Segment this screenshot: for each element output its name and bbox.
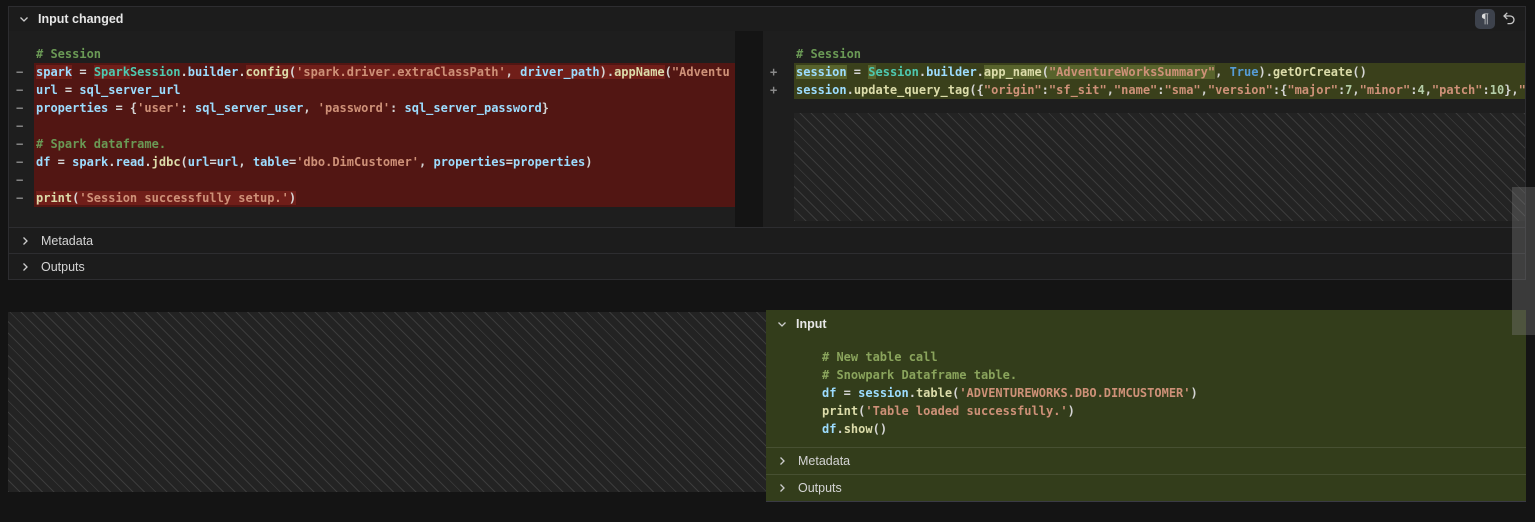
- minus-marker: −: [16, 117, 23, 135]
- modified-code-pane[interactable]: # Session+session = Session.builder.app_…: [763, 31, 1525, 227]
- input-changed-header[interactable]: Input changed ¶: [9, 7, 1525, 31]
- added-cell-code[interactable]: # New table call# Snowpark Dataframe tab…: [795, 348, 1526, 438]
- original-code-pane[interactable]: # Session−spark = SparkSession.builder.c…: [9, 31, 735, 227]
- plus-marker: +: [770, 81, 777, 99]
- cell-header-title: Input changed: [38, 12, 123, 26]
- modified-code: # Session+session = Session.builder.app_…: [763, 45, 1525, 99]
- toggle-whitespace-button[interactable]: ¶: [1475, 9, 1495, 29]
- input-header[interactable]: Input: [766, 310, 1526, 338]
- pilcrow-icon: ¶: [1481, 12, 1489, 27]
- deleted-lines-placeholder: [794, 113, 1525, 221]
- outputs-section-row[interactable]: Outputs: [9, 253, 1525, 279]
- code-line: −print('Session successfully setup.'): [9, 189, 735, 207]
- chevron-right-icon: [19, 261, 31, 273]
- diff-cell-input-changed: Input changed ¶ # Session−spark = SparkS…: [8, 6, 1526, 280]
- code-line: −df = spark.read.jdbc(url=url, table='db…: [9, 153, 735, 171]
- diff-cell-added: Input # New table call# Snowpark Datafra…: [8, 310, 1526, 502]
- minus-marker: −: [16, 99, 23, 117]
- minus-marker: −: [16, 63, 23, 81]
- diff-editors: # Session−spark = SparkSession.builder.c…: [9, 31, 1525, 227]
- code-line: +session.update_query_tag({"origin":"sf_…: [763, 81, 1525, 99]
- outputs-label: Outputs: [41, 260, 85, 274]
- code-line: −: [9, 171, 735, 189]
- code-line: df.show(): [795, 420, 1526, 438]
- empty-original-placeholder: [8, 312, 766, 492]
- minus-marker: −: [16, 153, 23, 171]
- minus-marker: −: [16, 171, 23, 189]
- notebook-diff-view: Input changed ¶ # Session−spark = SparkS…: [0, 0, 1535, 522]
- plus-marker: +: [770, 63, 777, 81]
- added-cell: Input # New table call# Snowpark Datafra…: [766, 310, 1526, 502]
- code-line: −properties = {'user': sql_server_user, …: [9, 99, 735, 117]
- vertical-scrollbar-thumb[interactable]: [1512, 187, 1535, 335]
- minus-marker: −: [16, 189, 23, 207]
- original-code: # Session−spark = SparkSession.builder.c…: [9, 45, 735, 207]
- metadata-section-row[interactable]: Metadata: [766, 447, 1526, 474]
- metadata-label: Metadata: [798, 454, 850, 468]
- chevron-down-icon[interactable]: [18, 13, 30, 25]
- minus-marker: −: [16, 135, 23, 153]
- metadata-label: Metadata: [41, 234, 93, 248]
- chevron-right-icon: [19, 235, 31, 247]
- discard-icon: [1501, 11, 1517, 27]
- code-line: print('Table loaded successfully.'): [795, 402, 1526, 420]
- code-line: # Session: [763, 45, 1525, 63]
- code-line: +session = Session.builder.app_name("Adv…: [763, 63, 1525, 81]
- code-line: df = session.table('ADVENTUREWORKS.DBO.D…: [795, 384, 1526, 402]
- outputs-section-row[interactable]: Outputs: [766, 474, 1526, 501]
- chevron-right-icon: [776, 482, 788, 494]
- minus-marker: −: [16, 81, 23, 99]
- revert-cell-button[interactable]: [1499, 9, 1519, 29]
- code-line: −: [9, 117, 735, 135]
- chevron-right-icon: [776, 455, 788, 467]
- code-line: −spark = SparkSession.builder.config('sp…: [9, 63, 735, 81]
- code-line: −url = sql_server_url: [9, 81, 735, 99]
- code-line: # New table call: [795, 348, 1526, 366]
- chevron-down-icon[interactable]: [776, 318, 788, 330]
- outputs-label: Outputs: [798, 481, 842, 495]
- metadata-section-row[interactable]: Metadata: [9, 227, 1525, 253]
- cell-header-title: Input: [796, 317, 827, 331]
- code-line: # Snowpark Dataframe table.: [795, 366, 1526, 384]
- code-line: −# Spark dataframe.: [9, 135, 735, 153]
- code-line: # Session: [9, 45, 735, 63]
